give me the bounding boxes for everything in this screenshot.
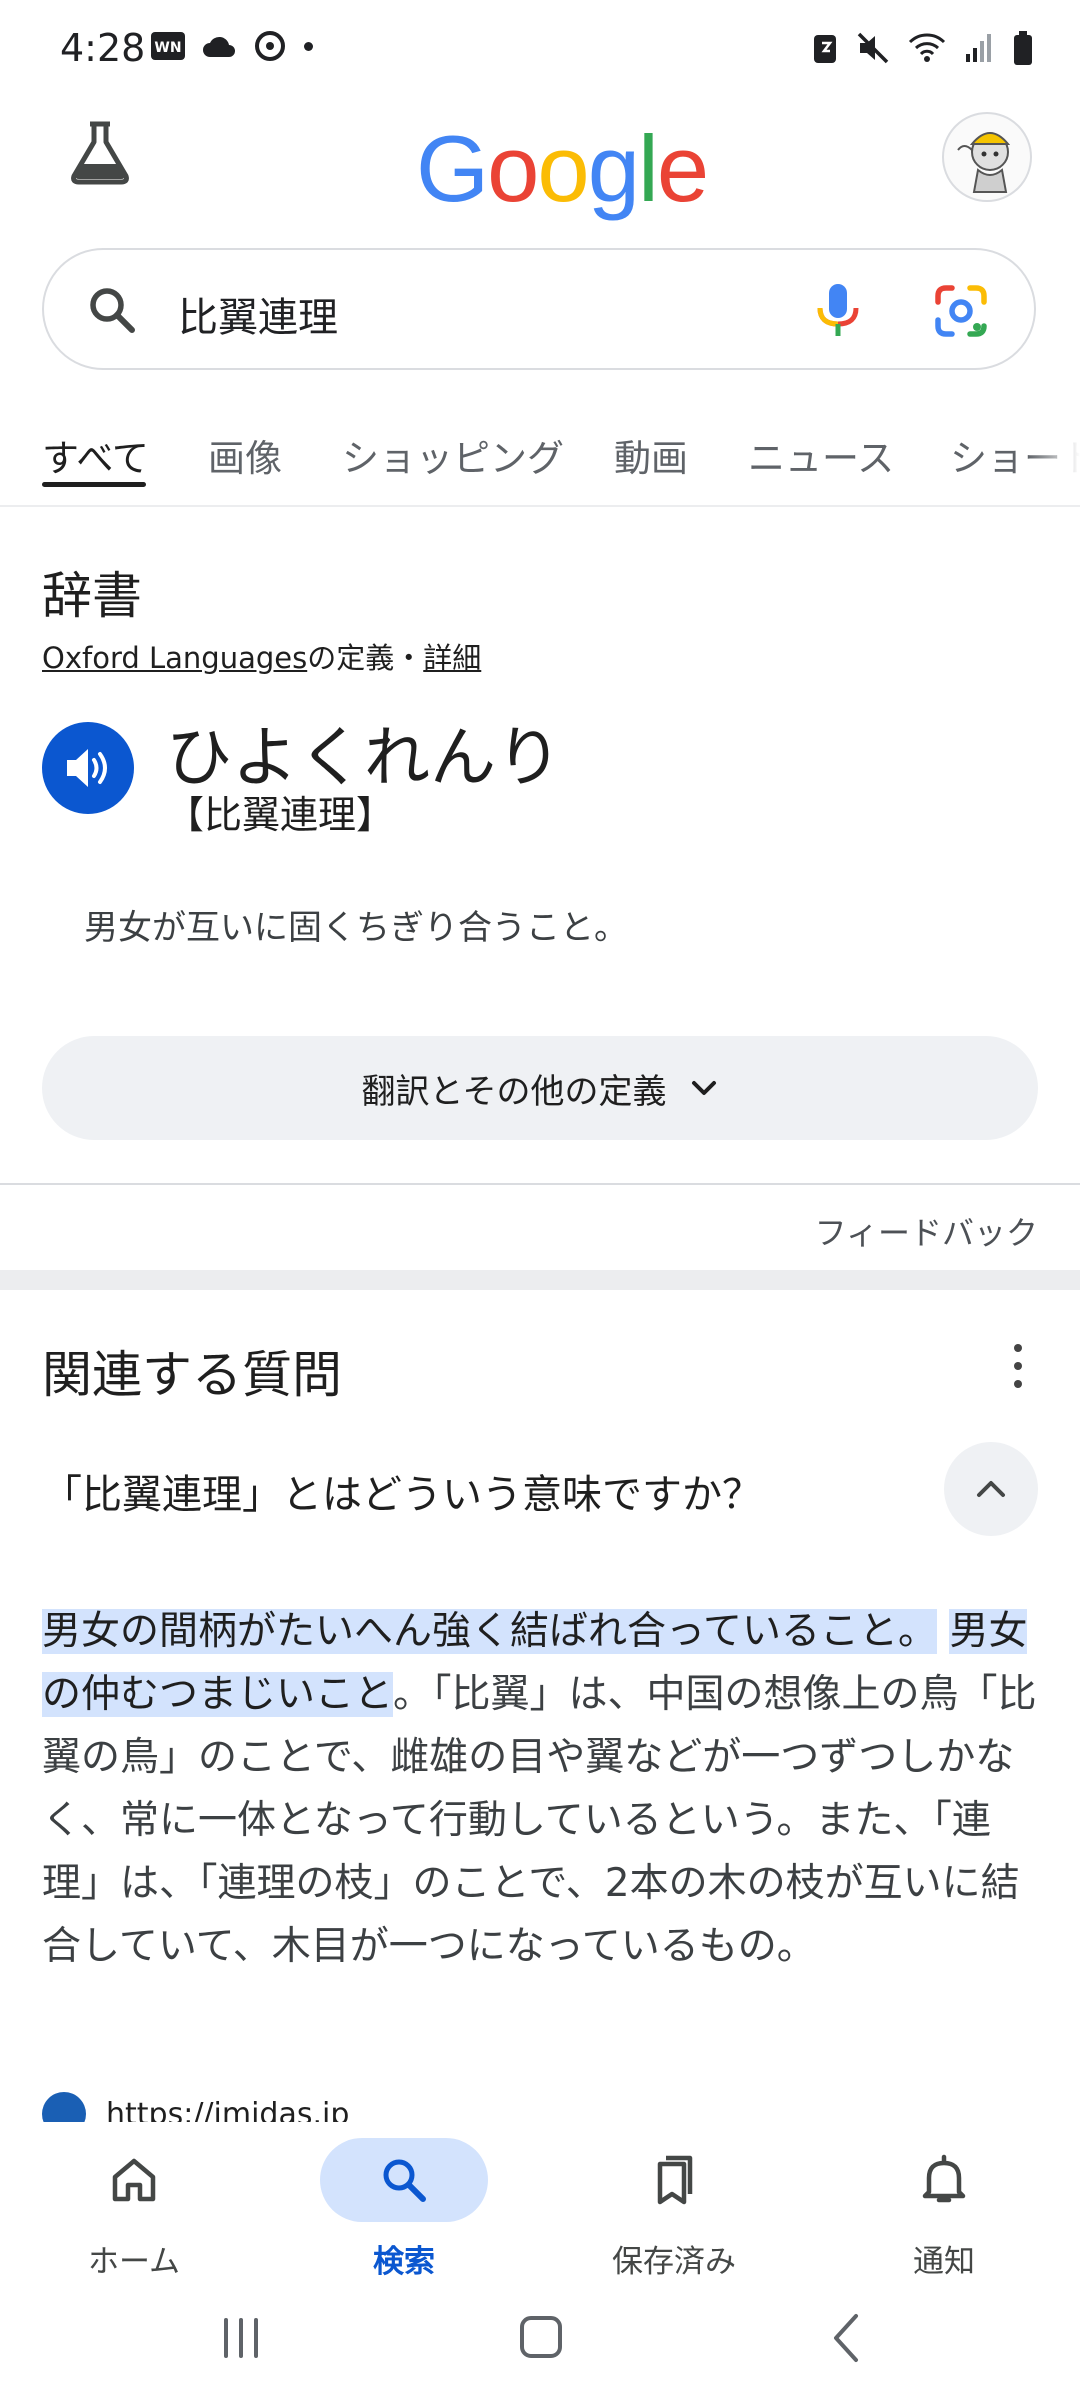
more-definitions-label: 翻訳とその他の定義 [361,1071,667,1112]
search-icon [383,2159,426,2202]
google-logo: Google [416,116,709,221]
nav-home[interactable]: ホーム [24,2138,244,2281]
nav-search[interactable]: 検索 [294,2138,514,2281]
source-separator: ・ [394,641,424,675]
more-definitions-button[interactable]: 翻訳とその他の定義 [42,1036,1038,1140]
dictionary-source: Oxford Languagesの定義・詳細 [42,635,481,677]
related-questions-heading: 関連する質問 [42,1346,342,1404]
account-avatar[interactable] [942,112,1032,202]
home-icon [112,2158,156,2202]
more-options-icon[interactable] [1012,1344,1024,1388]
status-time: 4:28 [60,26,146,70]
signal-icon [966,34,991,62]
tab-news[interactable]: ニュース [748,428,894,482]
nav-notifications[interactable]: 通知 [834,2138,1054,2281]
active-tab-indicator [42,482,146,487]
bookmarks-icon [657,2155,693,2205]
sync-icon [255,31,285,61]
system-back-icon[interactable] [830,2312,862,2368]
bell-icon [922,2154,966,2203]
related-question[interactable]: 「比翼連理」とはどういう意味ですか？ [42,1462,762,1520]
tab-videos[interactable]: 動画 [614,428,688,482]
search-input[interactable]: 比翼連理 [178,285,338,343]
related-question-answer: 男女の間柄がたいへん強く結ばれ合っていること。 男女の仲むつまじいこと。「比翼」… [42,1600,1042,1978]
source-suffix: の定義 [307,641,395,675]
cloud-icon [203,36,235,57]
feedback-link[interactable]: フィードバック [815,1208,1038,1254]
news-app-icon: WN [151,32,185,60]
tab-shopping[interactable]: ショッピング [342,428,564,482]
chevron-down-icon [692,1081,717,1095]
tab-images[interactable]: 画像 [208,428,282,482]
nav-home-label: ホーム [87,2244,181,2280]
collapse-question-button[interactable] [944,1442,1038,1536]
recent-apps-icon[interactable] [216,2316,266,2364]
section-separator-band [0,1270,1080,1290]
pronunciation-speaker-button[interactable] [42,722,134,814]
tab-all[interactable]: すべて [42,428,149,482]
system-home-icon[interactable] [518,2314,564,2364]
battery-icon [1014,31,1032,65]
answer-highlight-1: 男女の間柄がたいへん強く結ばれ合っていること。 [42,1609,938,1654]
wifi-icon [908,33,946,62]
google-lens-icon[interactable] [934,284,988,342]
status-right-icons [812,30,1034,66]
dictionary-definition: 男女が互いに固くちぎり合うこと。 [84,908,628,948]
tabs-divider [0,505,1080,507]
voice-search-mic-icon[interactable] [814,282,862,344]
tab-shorts[interactable]: ショート [950,428,1080,482]
nav-search-pill [320,2138,488,2222]
dot-icon [304,41,313,51]
oxford-languages-link[interactable]: Oxford Languages [42,641,307,675]
nav-search-label: 検索 [373,2244,435,2280]
nav-notifications-label: 通知 [913,2244,975,2280]
section-divider [0,1183,1080,1185]
speaker-icon [67,749,107,787]
dictionary-heading: 辞書 [42,567,142,625]
status-left-icons: WN [150,28,313,64]
mute-icon [857,32,889,64]
chevron-up-icon [977,1481,1005,1497]
dictionary-kanji: 【比翼連理】 [166,793,395,837]
labs-flask-icon[interactable] [66,118,134,190]
nav-saved-label: 保存済み [612,2244,736,2280]
details-link[interactable]: 詳細 [423,641,481,675]
svg-text:WN: WN [154,40,181,56]
nav-saved[interactable]: 保存済み [564,2138,784,2281]
battery-saver-icon [814,35,836,63]
search-icon [86,284,138,340]
